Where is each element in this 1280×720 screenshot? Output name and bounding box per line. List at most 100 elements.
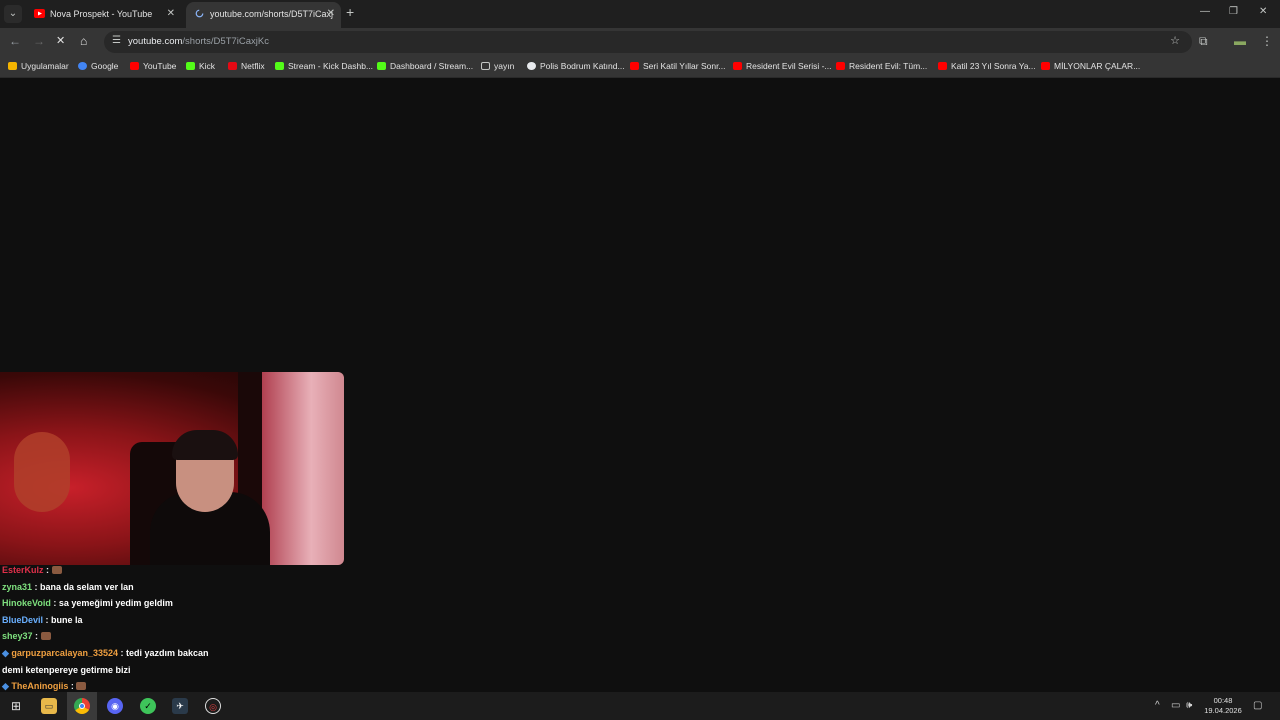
youtube-icon <box>630 62 639 70</box>
chat-message: EsterKulz : <box>2 562 342 579</box>
chat-username: garpuzparcalayan_33524 <box>11 647 118 658</box>
bookmark-item[interactable]: Stream - Kick Dashb... <box>275 61 373 71</box>
volume-icon[interactable]: 🕪 <box>1186 700 1192 711</box>
site-icon <box>527 62 536 70</box>
chat-emote-icon <box>40 632 51 641</box>
steam-icon[interactable]: ✈ <box>172 698 188 714</box>
clock-time: 00:48 <box>1213 696 1233 705</box>
chat-separator: : <box>50 598 59 609</box>
site-info-icon[interactable]: ☰ <box>112 35 121 46</box>
menu-dots-icon[interactable]: ⋮ <box>1261 34 1273 48</box>
address-bar[interactable]: ☰ youtube.com/shorts/D5T7iCaxjKc ☆ <box>104 31 1192 53</box>
bookmarks-bar: Uygulamalar Google YouTube Kick Netflix Strea… <box>0 56 1280 78</box>
bookmark-item[interactable]: YouTube <box>130 61 176 71</box>
file-explorer-icon[interactable]: ▭ <box>41 698 57 714</box>
bookmark-label: Stream - Kick Dashb... <box>288 61 374 71</box>
bookmark-label: Resident Evil: Tüm... <box>849 61 928 71</box>
chat-text: tedi yazdım bakcan <box>126 647 209 658</box>
chrome-icon[interactable] <box>74 698 90 714</box>
tab-title: Nova Prospekt - YouTube <box>50 9 153 19</box>
chat-username: EsterKulz <box>2 565 44 575</box>
bookmark-item[interactable]: yayın <box>481 61 514 71</box>
bookmark-star-icon[interactable]: ☆ <box>1170 34 1180 47</box>
chat-message: ◆ garpuzparcalayan_33524 : tedi yazdım b… <box>2 645 342 662</box>
obs-icon[interactable]: ◎ <box>205 698 221 714</box>
profile-icon[interactable]: ▬ <box>1234 34 1246 48</box>
person-hair-figure <box>172 430 238 460</box>
chat-username: BlueDevil <box>2 614 44 625</box>
chat-separator: : <box>43 565 52 575</box>
bookmark-item[interactable]: Katil 23 Yıl Sonra Ya... <box>938 61 1036 71</box>
new-tab-button[interactable]: + <box>346 4 354 20</box>
youtube-icon <box>938 62 947 70</box>
chat-text: bune la <box>51 614 83 625</box>
home-icon[interactable]: ⌂ <box>80 34 87 48</box>
bookmark-label: Google <box>91 61 119 71</box>
tray-chevron-icon[interactable]: ^ <box>1155 700 1160 711</box>
curtain-figure <box>262 372 344 565</box>
close-tab-icon[interactable]: ✕ <box>167 2 175 26</box>
youtube-icon <box>836 62 845 70</box>
extensions-icon[interactable]: ⧉ <box>1199 34 1208 49</box>
chat-message: shey37 : <box>2 628 342 645</box>
bookmark-item[interactable]: Resident Evil Serisi -... <box>733 61 832 71</box>
minimize-icon[interactable]: — <box>1200 6 1210 17</box>
close-tab-icon[interactable]: ✕ <box>327 2 335 26</box>
chat-text: sa yemeğimi yedim geldim <box>58 598 173 609</box>
discord-icon[interactable]: ◉ <box>107 698 123 714</box>
kick-icon <box>186 62 195 70</box>
chat-text: bana da selam ver lan <box>40 581 134 592</box>
tab-strip: ⌄ Nova Prospekt - YouTube ✕ youtube.com/… <box>0 0 1280 28</box>
close-window-icon[interactable]: ✕ <box>1259 6 1267 17</box>
back-arrow-icon[interactable]: ← <box>9 34 21 48</box>
bookmark-label: Katil 23 Yıl Sonra Ya... <box>951 61 1036 71</box>
bookmark-item[interactable]: Uygulamalar <box>8 61 69 71</box>
youtube-icon <box>1041 62 1050 70</box>
stop-loading-icon[interactable]: ✕ <box>56 34 65 47</box>
restore-icon[interactable]: ❐ <box>1229 6 1238 17</box>
chat-badge-icon: ◆ <box>2 647 12 658</box>
tab-nova-prospekt[interactable]: Nova Prospekt - YouTube ✕ <box>26 2 181 28</box>
tab-youtube-shorts[interactable]: youtube.com/shorts/D5T7iCaxj ✕ <box>186 2 341 28</box>
chat-message: zyna31 : bana da selam ver lan <box>2 579 342 596</box>
bookmark-item[interactable]: Google <box>78 61 118 71</box>
bookmark-item[interactable]: Dashboard / Stream... <box>377 61 473 71</box>
bookmark-item[interactable]: Resident Evil: Tüm... <box>836 61 927 71</box>
chat-overlay: EsterKulz : zyna31 : bana da selam ver l… <box>2 562 342 695</box>
chat-username: HinokeVoid <box>2 598 51 609</box>
bookmark-item[interactable]: Polis Bodrum Katınd... <box>527 61 625 71</box>
chat-message: BlueDevil : bune la <box>2 612 342 629</box>
bookmark-label: Polis Bodrum Katınd... <box>540 61 625 71</box>
bookmark-item[interactable]: MİLYONLAR ÇALAR... <box>1041 61 1140 71</box>
bookmark-label: YouTube <box>143 61 177 71</box>
folder-icon <box>481 62 490 70</box>
teddy-bear-figure <box>14 432 70 512</box>
chat-separator: : <box>118 647 126 658</box>
kick-icon <box>275 62 284 70</box>
youtube-icon <box>733 62 742 70</box>
bookmark-label: Netflix <box>241 61 265 71</box>
tab-search-button[interactable]: ⌄ <box>4 5 22 23</box>
google-icon <box>78 62 87 70</box>
bookmark-item[interactable]: Netflix <box>228 61 265 71</box>
browser-toolbar: ← → ✕ ⌂ ☰ youtube.com/shorts/D5T7iCaxjKc… <box>0 28 1280 56</box>
system-clock[interactable]: 00:48 19.04.2026 <box>1198 696 1248 716</box>
windows-start-icon[interactable]: ⊞ <box>8 698 24 714</box>
bookmark-label: Resident Evil Serisi -... <box>746 61 832 71</box>
apps-grid-icon <box>8 62 17 70</box>
netflix-icon <box>228 62 237 70</box>
chat-username: TheAninogiis <box>11 681 69 692</box>
clock-date: 19.04.2026 <box>1204 706 1242 715</box>
bookmark-item[interactable]: Seri Katil Yıllar Sonr... <box>630 61 726 71</box>
chat-username: zyna31 <box>2 581 33 592</box>
dashboard-icon <box>377 62 386 70</box>
chat-text: demi ketenpereye getirme bizi <box>2 664 131 675</box>
forward-arrow-icon[interactable]: → <box>33 34 45 48</box>
notification-icon[interactable]: ▢ <box>1253 700 1262 711</box>
chat-username: shey37 <box>2 631 33 642</box>
network-icon[interactable]: ▭ <box>1171 700 1180 711</box>
kick-app-icon[interactable]: ✓ <box>140 698 156 714</box>
youtube-icon <box>130 62 139 70</box>
chat-emote-icon <box>76 682 87 691</box>
bookmark-item[interactable]: Kick <box>186 61 215 71</box>
